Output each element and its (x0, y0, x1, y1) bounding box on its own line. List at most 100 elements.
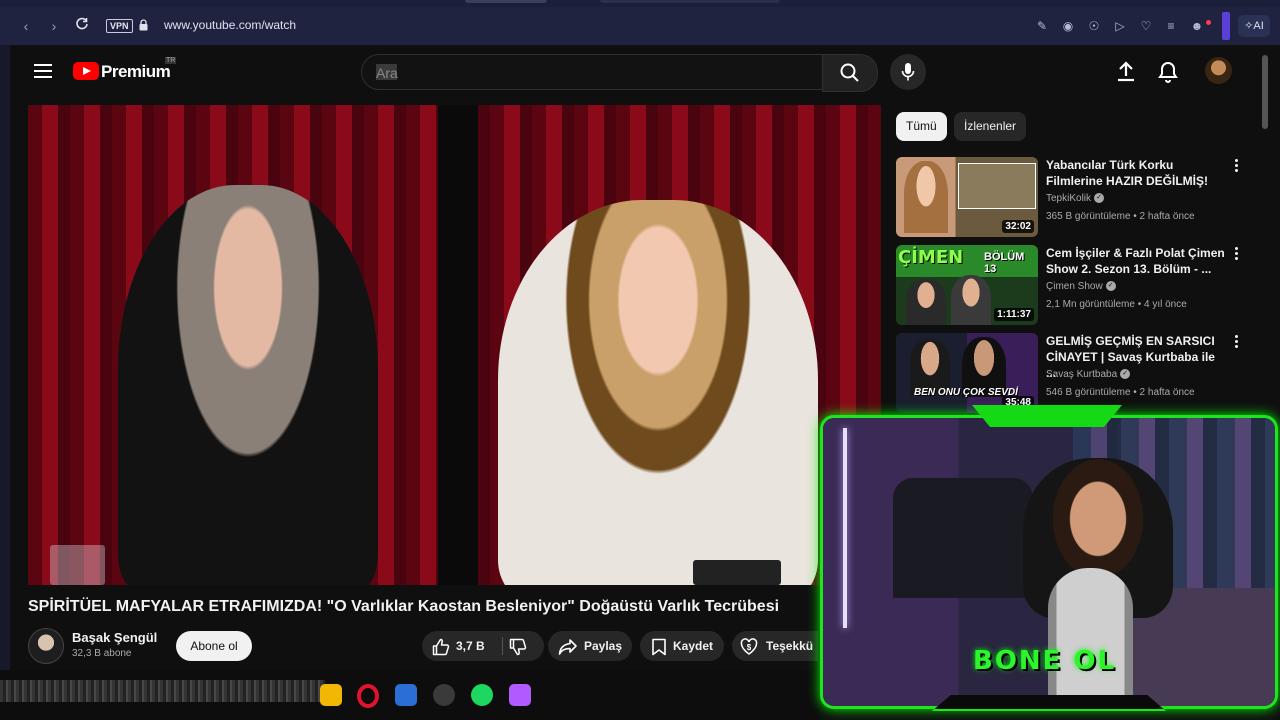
browser-tab[interactable] (600, 0, 780, 3)
more-options-icon[interactable] (1232, 159, 1240, 175)
sidebar-toggle[interactable] (1222, 12, 1230, 40)
recommended-video[interactable]: 32:02 Yabancılar Türk Korku Filmlerine H… (896, 157, 1256, 239)
channel-label[interactable]: Savaş Kurtbaba (1046, 369, 1117, 380)
frame-top-ornament (972, 405, 1122, 427)
search-button[interactable] (822, 54, 878, 92)
avatar[interactable] (1205, 57, 1232, 84)
heart-dollar-icon: $ (740, 638, 758, 655)
subscribe-overlay-text: BONE OL (973, 646, 1117, 676)
bookmark-icon (652, 638, 666, 656)
divider (502, 637, 503, 655)
thumbnail-face (904, 161, 948, 233)
ai-label: AI (1253, 20, 1264, 32)
channel-name[interactable]: Başak Şengül (72, 630, 157, 645)
guest-left (118, 185, 378, 585)
video-meta: 546 B görüntüleme • 2 hafta önce (1046, 387, 1195, 398)
camera-app-icon[interactable] (509, 684, 531, 706)
page-scrollbar[interactable] (1262, 55, 1268, 129)
video-player[interactable] (28, 105, 881, 585)
youtube-logo-icon[interactable] (73, 62, 99, 80)
hamburger-menu-icon[interactable] (34, 64, 52, 78)
thumbnail-episode-text: BÖLÜM 13 (984, 251, 1025, 275)
taskbar-blurred-region (0, 680, 325, 702)
lock-icon[interactable] (139, 19, 148, 31)
channel-avatar[interactable] (28, 628, 64, 664)
save-button[interactable]: Kaydet (640, 631, 724, 661)
studio-light (693, 560, 781, 585)
menu-lines-icon[interactable]: ≡ (1162, 17, 1180, 35)
svg-text:$: $ (747, 643, 752, 652)
opera-icon[interactable] (357, 684, 379, 708)
search-box[interactable] (361, 54, 824, 90)
video-thumbnail[interactable]: BEN ONU ÇOK SEVDİ 35:48 (896, 333, 1038, 413)
host-right (498, 200, 818, 585)
forward-icon[interactable]: › (44, 16, 64, 36)
edit-icon[interactable]: ✎ (1033, 17, 1051, 35)
channel-name[interactable]: Savaş Kurtbaba ✓ (1046, 369, 1131, 380)
folder-icon[interactable] (320, 684, 342, 706)
share-button[interactable]: Paylaş (548, 631, 632, 661)
thumbnail-person (906, 279, 946, 325)
youtube-header: Premium TR (10, 45, 1272, 101)
vpn-badge[interactable]: VPN (106, 19, 133, 33)
profile-icon[interactable]: ☻ (1188, 17, 1206, 35)
video-title: SPİRİTÜEL MAFYALAR ETRAFIMIZDA! "O Varlı… (28, 598, 780, 615)
like-dislike-group: 3,7 B (422, 631, 544, 661)
glass-of-water (50, 545, 105, 585)
save-label: Kaydet (673, 639, 714, 653)
subscribe-button[interactable]: Abone ol (176, 631, 252, 661)
region-code: TR (165, 57, 177, 64)
search-icon (840, 63, 859, 82)
share-icon (558, 639, 577, 655)
app-icon[interactable] (433, 684, 455, 706)
channel-name[interactable]: Çimen Show ✓ (1046, 281, 1116, 292)
ai-button[interactable]: ✧AI (1238, 15, 1270, 37)
video-meta: 365 B görüntüleme • 2 hafta önce (1046, 211, 1195, 222)
search-input[interactable] (374, 62, 798, 84)
webcam-overlay: BONE OL (812, 405, 1280, 717)
chip-all[interactable]: Tümü (896, 112, 947, 141)
thumbnail-person (951, 275, 991, 325)
shield-icon[interactable]: ☉ (1085, 17, 1103, 35)
camera-icon[interactable]: ◉ (1059, 17, 1077, 35)
channel-label[interactable]: Çimen Show (1046, 281, 1103, 292)
gaming-chair (893, 478, 1033, 598)
video-title[interactable]: Cem İşçiler & Fazlı Polat Çimen Show 2. … (1046, 245, 1226, 277)
voice-search-button[interactable] (890, 54, 926, 90)
webcam-frame: BONE OL (820, 415, 1278, 709)
upload-icon[interactable] (1113, 59, 1139, 85)
browser-sidebar (0, 45, 10, 670)
microphone (1048, 568, 1133, 706)
thumbs-up-icon[interactable] (432, 638, 450, 656)
bell-icon[interactable] (1155, 59, 1181, 85)
logo-text[interactable]: Premium (101, 62, 171, 82)
video-duration: 32:02 (1002, 220, 1034, 233)
video-thumbnail[interactable]: 32:02 (896, 157, 1038, 237)
channel-name[interactable]: TepkiKolik ✓ (1046, 193, 1105, 204)
spotify-icon[interactable] (471, 684, 493, 706)
reload-icon[interactable] (72, 16, 92, 36)
frame-bottom-ornament (932, 695, 1166, 711)
recommended-video[interactable]: ÇİMEN BÖLÜM 13 1:11:37 Cem İşçiler & Faz… (896, 245, 1256, 327)
thumbnail-inset (958, 163, 1036, 209)
play-icon[interactable]: ▷ (1111, 17, 1129, 35)
microphone-icon (901, 63, 915, 81)
like-count[interactable]: 3,7 B (456, 631, 485, 661)
chip-watched[interactable]: İzlenenler (954, 112, 1027, 141)
thanks-button[interactable]: $ Teşekkü (732, 631, 818, 661)
browser-tab[interactable] (465, 0, 547, 3)
channel-label[interactable]: TepkiKolik (1046, 193, 1091, 204)
recommended-video[interactable]: BEN ONU ÇOK SEVDİ 35:48 GELMİŞ GEÇMİŞ EN… (896, 333, 1256, 415)
verified-check-icon: ✓ (1120, 369, 1131, 380)
verified-check-icon: ✓ (1094, 193, 1105, 204)
browser-toolbar: ‹ › VPN www.youtube.com/watch ✎ ◉ ☉ ▷ ♡ … (0, 7, 1280, 45)
url-field[interactable]: www.youtube.com/watch (164, 18, 296, 32)
thumbs-down-icon[interactable] (509, 638, 527, 656)
more-options-icon[interactable] (1232, 335, 1240, 351)
heart-icon[interactable]: ♡ (1137, 17, 1155, 35)
back-icon[interactable]: ‹ (16, 16, 36, 36)
video-thumbnail[interactable]: ÇİMEN BÖLÜM 13 1:11:37 (896, 245, 1038, 325)
video-title[interactable]: Yabancılar Türk Korku Filmlerine HAZIR D… (1046, 157, 1226, 189)
more-options-icon[interactable] (1232, 247, 1240, 263)
mail-icon[interactable] (395, 684, 417, 706)
